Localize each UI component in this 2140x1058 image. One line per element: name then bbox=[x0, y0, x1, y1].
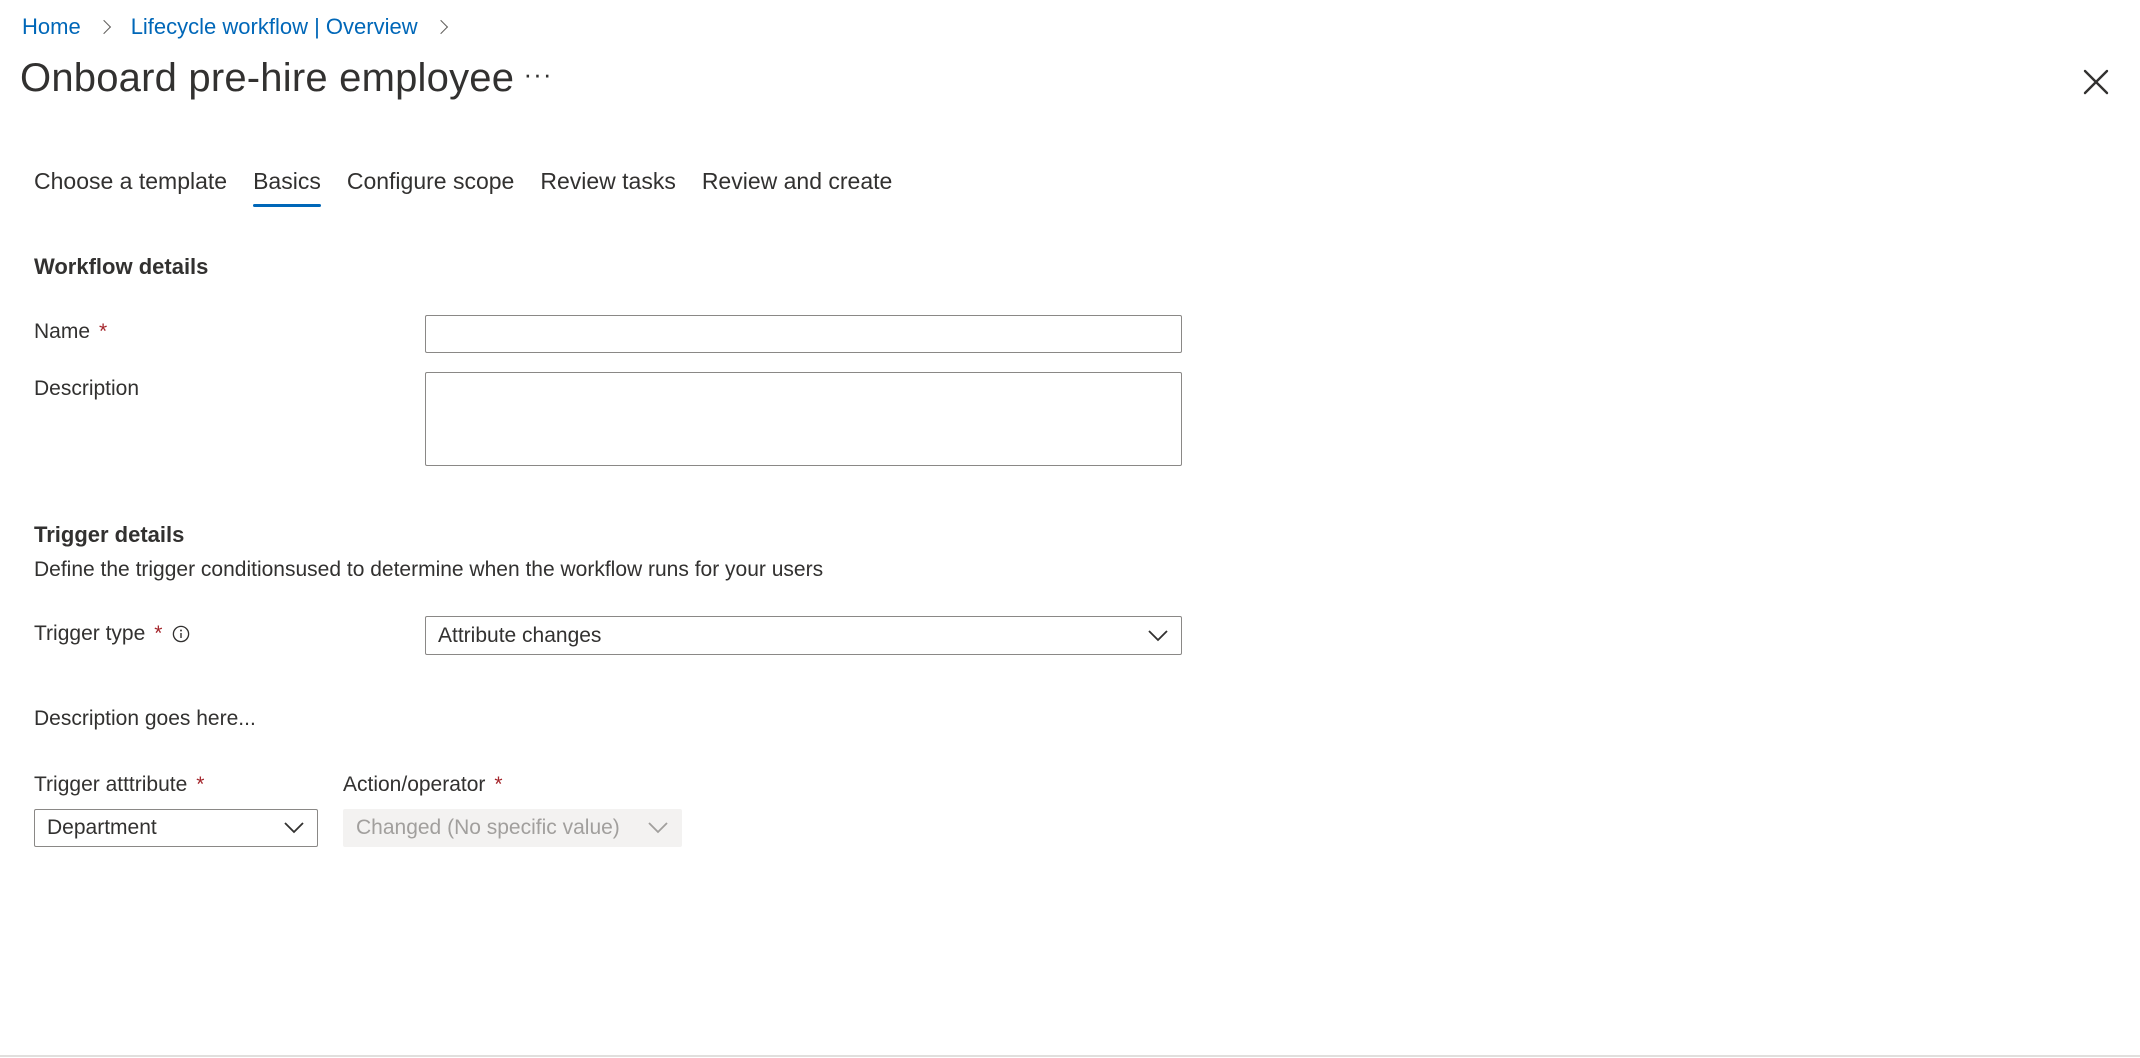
wizard-page: Home Lifecycle workflow | Overview Onboa… bbox=[0, 0, 2140, 1058]
page-title: Onboard pre-hire employee bbox=[20, 56, 515, 100]
breadcrumb-home-link[interactable]: Home bbox=[22, 14, 81, 40]
trigger-attribute-dropdown[interactable]: Department bbox=[34, 809, 318, 847]
tab-review-and-create[interactable]: Review and create bbox=[702, 168, 893, 207]
action-operator-label: Action/operator * bbox=[343, 773, 503, 797]
close-button[interactable] bbox=[2080, 66, 2112, 98]
bottom-divider bbox=[0, 1055, 2140, 1057]
tab-basics[interactable]: Basics bbox=[253, 168, 321, 207]
action-operator-label-text: Action/operator bbox=[343, 773, 486, 796]
breadcrumb: Home Lifecycle workflow | Overview bbox=[22, 12, 468, 42]
name-input[interactable] bbox=[425, 315, 1182, 353]
description-label-text: Description bbox=[34, 377, 140, 400]
trigger-type-label-text: Trigger type bbox=[34, 622, 146, 645]
action-operator-selected-value: Changed (No specific value) bbox=[356, 816, 620, 839]
more-options-button[interactable]: ··· bbox=[520, 61, 556, 92]
trigger-details-description: Define the trigger conditionsused to det… bbox=[34, 558, 824, 581]
chevron-right-icon bbox=[433, 19, 448, 35]
chevron-right-icon bbox=[96, 19, 111, 35]
chevron-down-icon bbox=[284, 822, 304, 834]
required-marker: * bbox=[196, 773, 205, 796]
info-icon[interactable] bbox=[172, 625, 190, 643]
required-marker: * bbox=[154, 622, 163, 645]
trigger-type-description: Description goes here... bbox=[34, 707, 256, 730]
chevron-down-icon bbox=[648, 822, 668, 834]
tab-review-tasks[interactable]: Review tasks bbox=[540, 168, 675, 207]
trigger-details-heading: Trigger details bbox=[34, 522, 185, 547]
close-icon bbox=[2083, 69, 2109, 95]
trigger-attribute-label: Trigger atttribute * bbox=[34, 773, 204, 797]
required-marker: * bbox=[99, 320, 108, 343]
trigger-type-selected-value: Attribute changes bbox=[438, 623, 602, 647]
tab-choose-a-template[interactable]: Choose a template bbox=[34, 168, 227, 207]
name-label: Name * bbox=[34, 320, 107, 344]
trigger-type-label: Trigger type * bbox=[34, 622, 190, 646]
action-operator-dropdown[interactable]: Changed (No specific value) bbox=[343, 809, 682, 847]
wizard-tabs: Choose a template Basics Configure scope… bbox=[34, 168, 918, 207]
description-textarea[interactable] bbox=[425, 372, 1182, 466]
trigger-attribute-selected-value: Department bbox=[47, 816, 157, 839]
trigger-attribute-label-text: Trigger atttribute bbox=[34, 773, 188, 796]
required-marker: * bbox=[494, 773, 503, 796]
tab-configure-scope[interactable]: Configure scope bbox=[347, 168, 515, 207]
trigger-type-dropdown[interactable]: Attribute changes bbox=[425, 616, 1182, 655]
description-label: Description bbox=[34, 377, 139, 401]
chevron-down-icon bbox=[1148, 629, 1168, 641]
breadcrumb-lifecycle-overview-link[interactable]: Lifecycle workflow | Overview bbox=[131, 14, 418, 40]
name-label-text: Name bbox=[34, 320, 91, 343]
workflow-details-heading: Workflow details bbox=[34, 254, 209, 279]
